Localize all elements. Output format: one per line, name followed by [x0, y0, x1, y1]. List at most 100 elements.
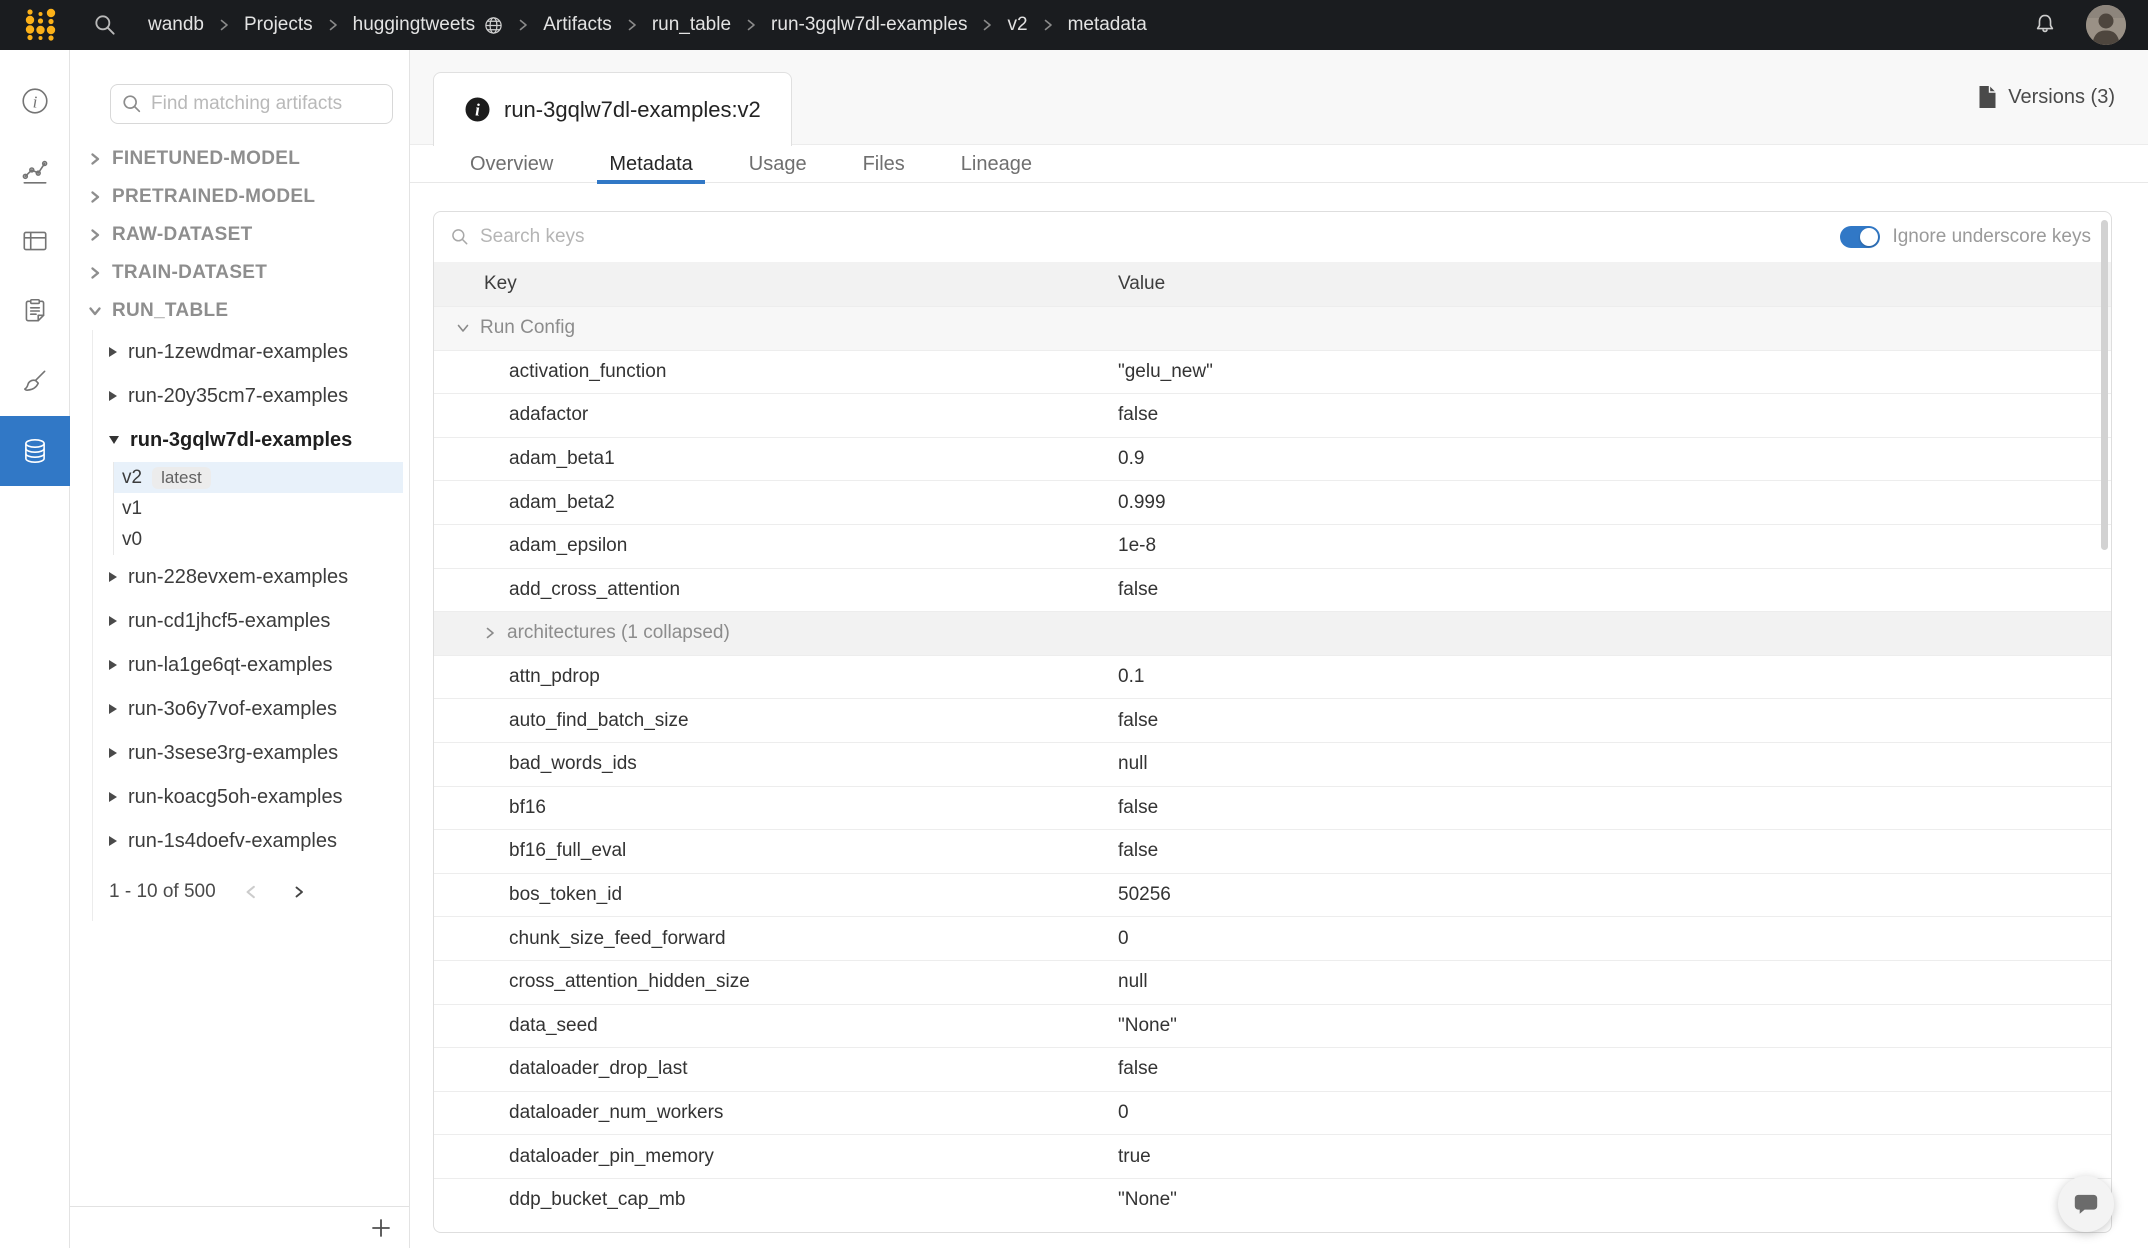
- rail-item-charts[interactable]: [0, 136, 70, 206]
- tree-run-item-run-cd1jhcf5-examples[interactable]: run-cd1jhcf5-examples: [93, 599, 409, 643]
- svg-text:i: i: [33, 92, 38, 111]
- tree-run-item-run-la1ge6qt-examples[interactable]: run-la1ge6qt-examples: [93, 643, 409, 687]
- tree-run-item-run-20y35cm7-examples[interactable]: run-20y35cm7-examples: [93, 374, 409, 418]
- artifact-search-input[interactable]: [151, 93, 382, 115]
- version-item-v0[interactable]: v0: [114, 524, 403, 555]
- tree-run-item-run-koacg5oh-examples[interactable]: run-koacg5oh-examples: [93, 775, 409, 819]
- breadcrumb-item-artifacts[interactable]: Artifacts: [543, 14, 612, 36]
- row-value: 0: [1118, 928, 2111, 950]
- artifact-tab[interactable]: i run-3gqlw7dl-examples:v2: [433, 72, 792, 146]
- breadcrumb-item-run-table[interactable]: run_table: [652, 14, 731, 36]
- row-value: false: [1118, 579, 2111, 601]
- search-icon: [450, 227, 470, 247]
- chat-button[interactable]: [2058, 1176, 2114, 1232]
- tree-run-item-run-3gqlw7dl-examples[interactable]: run-3gqlw7dl-examples: [93, 418, 409, 462]
- tree-run-item-run-3o6y7vof-examples[interactable]: run-3o6y7vof-examples: [93, 687, 409, 731]
- breadcrumb-item-wandb[interactable]: wandb: [148, 14, 204, 36]
- rail-item-tables[interactable]: [0, 206, 70, 276]
- tree-run-label: run-20y35cm7-examples: [128, 385, 348, 408]
- tree-category-finetuned-model[interactable]: FINETUNED-MODEL: [70, 140, 409, 178]
- rail-item-sweeps[interactable]: [0, 346, 70, 416]
- icon-rail: i: [0, 50, 70, 1248]
- table-row: data_seed"None": [434, 1004, 2111, 1048]
- triangle-down-icon: [109, 436, 119, 444]
- versions-button[interactable]: Versions (3): [1977, 85, 2115, 109]
- wandb-logo-icon[interactable]: [22, 6, 60, 44]
- table-row: bf16_full_evalfalse: [434, 829, 2111, 873]
- next-page-button[interactable]: [286, 879, 312, 905]
- toggle-knob: [1860, 228, 1878, 246]
- row-key: auto_find_batch_size: [434, 710, 1118, 732]
- vertical-scrollbar[interactable]: [2101, 220, 2108, 550]
- tab-usage[interactable]: Usage: [749, 145, 807, 183]
- group-row[interactable]: Run Config: [434, 306, 2111, 350]
- tree-category-pretrained-model[interactable]: PRETRAINED-MODEL: [70, 178, 409, 216]
- tree-category-label: TRAIN-DATASET: [112, 262, 267, 284]
- pagination: 1 - 10 of 500: [93, 863, 409, 921]
- row-key: ddp_bucket_cap_mb: [434, 1189, 1118, 1211]
- tree-category-run-table[interactable]: RUN_TABLE: [70, 292, 409, 330]
- table-row: add_cross_attentionfalse: [434, 568, 2111, 612]
- global-search-icon[interactable]: [92, 12, 118, 38]
- table-row: dataloader_num_workers0: [434, 1091, 2111, 1135]
- breadcrumb-separator: [744, 18, 758, 32]
- tree-category-raw-dataset[interactable]: RAW-DATASET: [70, 216, 409, 254]
- chevron-down-icon: [88, 304, 102, 318]
- main-panel: i run-3gqlw7dl-examples:v2 Versions (3) …: [410, 50, 2148, 1248]
- tree-category-label: PRETRAINED-MODEL: [112, 186, 315, 208]
- tree-run-label: run-koacg5oh-examples: [128, 786, 343, 809]
- chevron-right-icon: [88, 152, 102, 166]
- row-key: dataloader_pin_memory: [434, 1146, 1118, 1168]
- rail-item-artifacts[interactable]: [0, 416, 70, 486]
- version-list: v2latestv1 v0: [113, 462, 403, 555]
- info-icon[interactable]: i: [464, 96, 491, 123]
- chevron-right-icon[interactable]: [483, 626, 497, 640]
- row-value: "None": [1118, 1015, 2111, 1037]
- tab-overview[interactable]: Overview: [470, 145, 553, 183]
- triangle-right-icon: [109, 792, 117, 802]
- tree-run-item-run-1zewdmar-examples[interactable]: run-1zewdmar-examples: [93, 330, 409, 374]
- breadcrumb-item-projects[interactable]: Projects: [244, 14, 313, 36]
- prev-page-button[interactable]: [238, 879, 264, 905]
- search-keys-input[interactable]: [480, 226, 1840, 248]
- table-row: cross_attention_hidden_sizenull: [434, 960, 2111, 1004]
- table-row: activation_function"gelu_new": [434, 350, 2111, 394]
- row-value: false: [1118, 1058, 2111, 1080]
- rail-item-info[interactable]: i: [0, 66, 70, 136]
- ignore-underscore-toggle[interactable]: [1840, 226, 1880, 248]
- add-button[interactable]: [369, 1216, 393, 1240]
- row-value: "gelu_new": [1118, 361, 2111, 383]
- version-label: v0: [122, 529, 142, 551]
- rail-item-reports[interactable]: [0, 276, 70, 346]
- tree-category-train-dataset[interactable]: TRAIN-DATASET: [70, 254, 409, 292]
- triangle-right-icon: [109, 391, 117, 401]
- user-avatar[interactable]: [2086, 5, 2126, 45]
- group-row[interactable]: architectures (1 collapsed): [434, 611, 2111, 655]
- tab-files[interactable]: Files: [863, 145, 905, 183]
- triangle-right-icon: [109, 572, 117, 582]
- tab-lineage[interactable]: Lineage: [961, 145, 1032, 183]
- notification-bell-icon[interactable]: [2032, 12, 2058, 38]
- row-key: attn_pdrop: [434, 666, 1118, 688]
- tree-run-item-run-3sese3rg-examples[interactable]: run-3sese3rg-examples: [93, 731, 409, 775]
- tab-metadata[interactable]: Metadata: [609, 145, 692, 183]
- triangle-right-icon: [109, 748, 117, 758]
- navbar-right: [2032, 5, 2126, 45]
- version-item-v1[interactable]: v1: [114, 493, 403, 524]
- chevron-right-icon: [88, 228, 102, 242]
- group-key-label: architectures (1 collapsed): [507, 622, 730, 644]
- row-value: null: [1118, 753, 2111, 775]
- tree-run-item-run-1s4doefv-examples[interactable]: run-1s4doefv-examples: [93, 819, 409, 863]
- breadcrumb-separator: [980, 18, 994, 32]
- table-row: dataloader_pin_memorytrue: [434, 1134, 2111, 1178]
- breadcrumb-item-v2[interactable]: v2: [1007, 14, 1027, 36]
- breadcrumb-item-run-3gqlw7dl-examples[interactable]: run-3gqlw7dl-examples: [771, 14, 967, 36]
- table-row: bos_token_id50256: [434, 873, 2111, 917]
- row-key: adam_beta2: [434, 492, 1118, 514]
- chevron-down-icon[interactable]: [456, 321, 470, 335]
- breadcrumb-item-metadata[interactable]: metadata: [1068, 14, 1147, 36]
- row-key: adafactor: [434, 404, 1118, 426]
- version-item-v2[interactable]: v2latest: [114, 462, 403, 493]
- tree-run-item-run-228evxem-examples[interactable]: run-228evxem-examples: [93, 555, 409, 599]
- breadcrumb-item-huggingtweets[interactable]: huggingtweets: [353, 14, 476, 36]
